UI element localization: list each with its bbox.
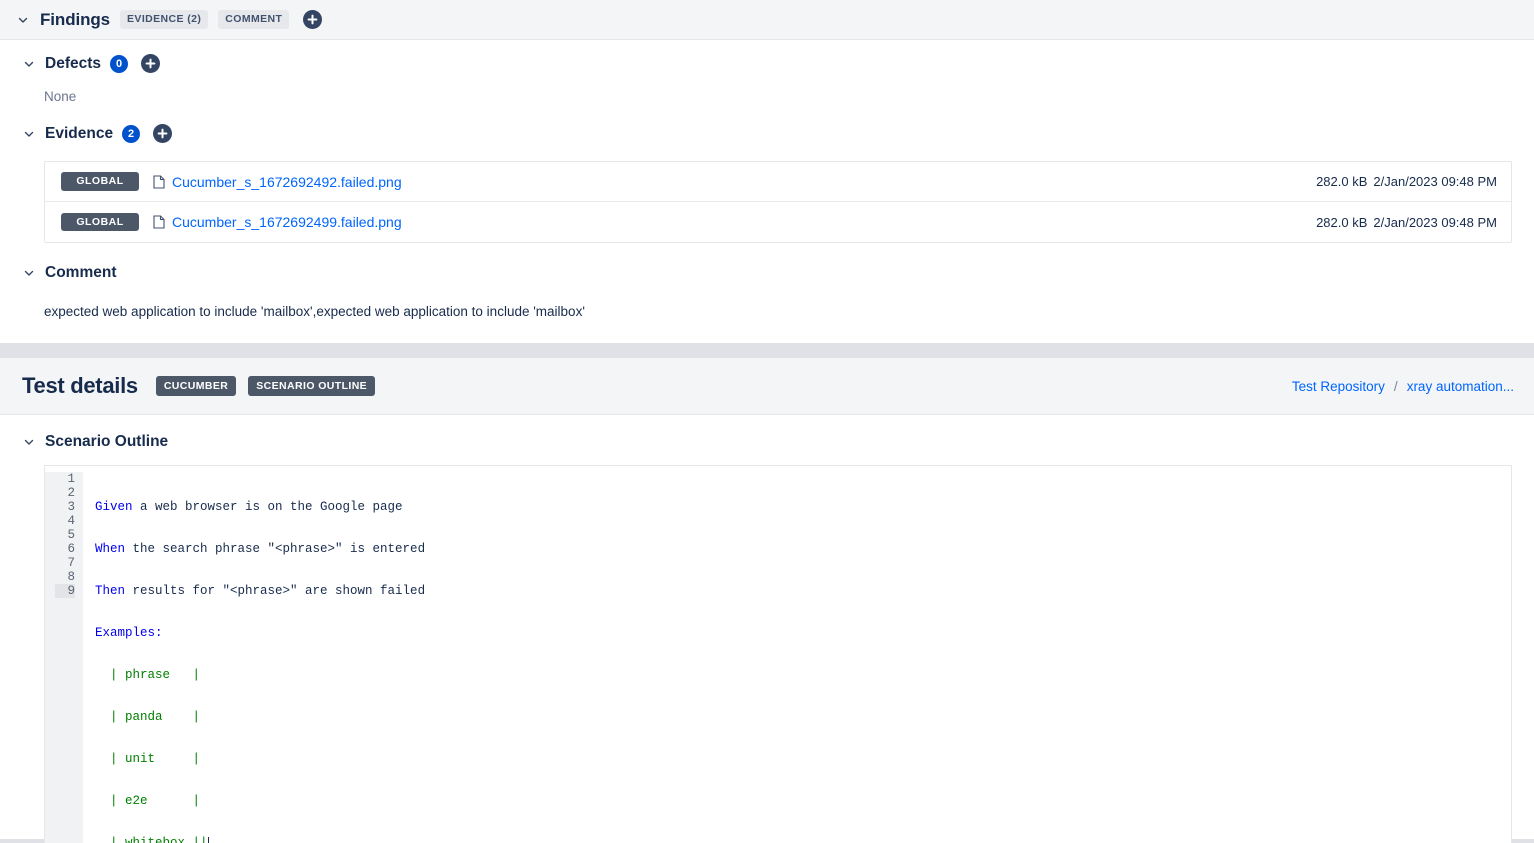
code-text: | phrase | (95, 668, 201, 682)
evidence-file-link[interactable]: Cucumber_s_1672692492.failed.png (172, 174, 402, 190)
code-line: | unit | (95, 752, 1511, 766)
evidence-list: GLOBAL Cucumber_s_1672692492.failed.png … (44, 161, 1512, 243)
line-number: 1 (67, 472, 75, 486)
line-number: 6 (67, 542, 75, 556)
code-text: the search phrase "<phrase>" is entered (125, 542, 426, 556)
scenario-outline-code: 1 2 3 4 5 6 7 8 9 Given a web browser is… (44, 465, 1512, 843)
code-line: When the search phrase "<phrase>" is ent… (95, 542, 1511, 556)
code-line: Then results for "<phrase>" are shown fa… (95, 584, 1511, 598)
code-keyword: When (95, 542, 126, 556)
breadcrumb-root[interactable]: Test Repository (1292, 379, 1385, 394)
findings-card: Findings EVIDENCE (2) COMMENT Defects 0 … (0, 0, 1534, 344)
section-divider (0, 344, 1534, 357)
defects-count-badge: 0 (110, 54, 128, 73)
breadcrumb-leaf[interactable]: xray automation... (1407, 379, 1514, 394)
evidence-scope-badge: GLOBAL (61, 172, 139, 191)
evidence-file-size: 282.0 kB (1316, 174, 1368, 189)
test-details-title: Test details (22, 373, 138, 398)
line-number: 2 (67, 486, 75, 500)
add-evidence-button[interactable] (153, 124, 173, 143)
code-content[interactable]: Given a web browser is on the Google pag… (83, 472, 1511, 843)
line-number: 3 (67, 500, 75, 514)
chip-evidence[interactable]: EVIDENCE (2) (120, 10, 209, 29)
chip-cucumber: CUCUMBER (155, 376, 237, 396)
comment-section-header: Comment (0, 264, 1534, 282)
line-number: 8 (67, 570, 75, 584)
code-gutter: 1 2 3 4 5 6 7 8 9 (45, 472, 83, 843)
code-line: Examples: (95, 626, 1511, 640)
comment-body: expected web application to include 'mai… (44, 304, 585, 319)
evidence-file-size: 282.0 kB (1316, 214, 1368, 230)
chevron-down-icon[interactable] (22, 266, 36, 280)
defects-section-header: Defects 0 (0, 54, 1534, 73)
scenario-outline-header: Scenario Outline (0, 433, 1534, 451)
code-text: | whitebox || (95, 836, 208, 843)
code-text: | panda | (95, 710, 201, 724)
code-keyword: Then (95, 584, 126, 598)
line-number: 7 (67, 556, 75, 570)
evidence-scope-badge: GLOBAL (61, 212, 139, 232)
findings-header: Findings EVIDENCE (2) COMMENT (0, 0, 1534, 40)
code-text: | unit | (95, 752, 201, 766)
test-details-card: Test details CUCUMBER SCENARIO OUTLINE T… (0, 357, 1534, 843)
code-line: | e2e | (95, 794, 1511, 808)
table-row[interactable]: GLOBAL Cucumber_s_1672692492.failed.png … (45, 162, 1511, 202)
code-line: | whitebox || (95, 836, 1511, 843)
page-title: Findings (40, 9, 111, 29)
test-details-header: Test details CUCUMBER SCENARIO OUTLINE T… (0, 358, 1534, 415)
evidence-section-header: Evidence 2 (0, 124, 1534, 143)
code-keyword: Examples: (95, 626, 163, 640)
chip-comment[interactable]: COMMENT (218, 10, 290, 29)
code-text: results for "<phrase>" are shown failed (125, 584, 426, 598)
chevron-down-icon[interactable] (22, 127, 36, 141)
code-line: | panda | (95, 710, 1511, 724)
breadcrumb-separator: / (1393, 378, 1398, 394)
code-keyword: Given (95, 500, 133, 514)
scenario-outline-title: Scenario Outline (45, 433, 169, 450)
evidence-file-link[interactable]: Cucumber_s_1672692499.failed.png (172, 214, 402, 230)
code-line: Given a web browser is on the Google pag… (95, 500, 1511, 514)
code-line: | phrase | (95, 668, 1511, 682)
code-text: | e2e | (95, 794, 201, 808)
breadcrumb: Test Repository / xray automation... (1292, 379, 1514, 394)
line-number-active: 9 (55, 584, 75, 598)
text-cursor (207, 837, 209, 843)
code-text: a web browser is on the Google page (132, 500, 403, 514)
evidence-file-date: 2/Jan/2023 09:48 PM (1373, 214, 1497, 230)
defects-empty-text: None (44, 89, 77, 104)
app-root: Findings EVIDENCE (2) COMMENT Defects 0 … (0, 0, 1534, 843)
file-icon (153, 215, 165, 229)
line-number: 5 (67, 528, 75, 542)
chevron-down-icon[interactable] (16, 13, 30, 27)
line-number: 4 (67, 514, 75, 528)
chip-scenario-outline: SCENARIO OUTLINE (248, 376, 376, 396)
evidence-count-badge: 2 (122, 124, 141, 143)
table-row[interactable]: GLOBAL Cucumber_s_1672692499.failed.png … (45, 202, 1511, 242)
evidence-title: Evidence (45, 124, 114, 142)
add-finding-button[interactable] (303, 10, 323, 29)
chevron-down-icon[interactable] (22, 435, 36, 449)
comment-title: Comment (45, 264, 117, 281)
defects-title: Defects (45, 54, 101, 72)
evidence-file-date: 2/Jan/2023 09:48 PM (1373, 174, 1497, 189)
file-icon (153, 174, 165, 189)
add-defect-button[interactable] (141, 54, 160, 73)
chevron-down-icon[interactable] (22, 57, 36, 71)
